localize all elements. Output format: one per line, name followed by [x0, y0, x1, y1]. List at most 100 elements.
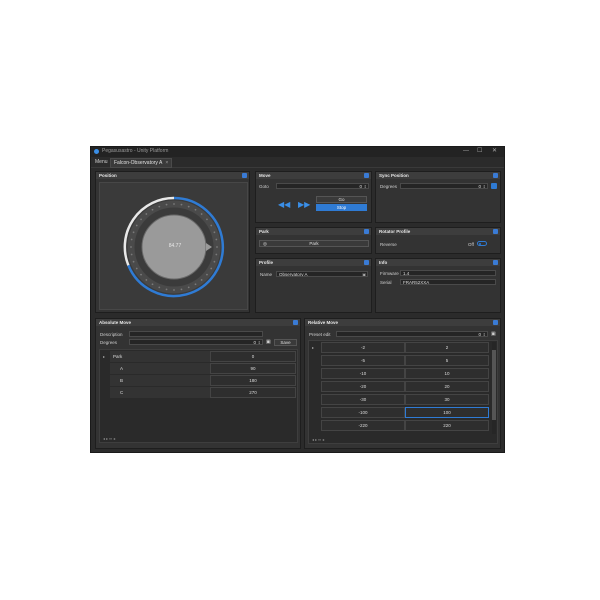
- panel-title: Sync Position: [379, 173, 409, 178]
- goto-input[interactable]: 0 ⇕: [276, 183, 369, 189]
- preset-edit-label: Preset edit: [309, 332, 331, 337]
- stop-button[interactable]: Stop: [316, 204, 367, 211]
- table-row-value[interactable]: 90: [210, 363, 296, 374]
- scrollbar-thumb[interactable]: [492, 350, 496, 420]
- spinner-icon[interactable]: ⇕: [483, 332, 486, 336]
- dial-tick: [140, 273, 142, 276]
- row-expander-icon[interactable]: ▸: [103, 354, 105, 359]
- save-icon[interactable]: ▣: [491, 331, 496, 337]
- table-row-value[interactable]: 270: [210, 387, 296, 398]
- dial-tick: [140, 218, 142, 221]
- relative-step-button[interactable]: 20: [405, 381, 489, 392]
- goto-value: 0: [359, 184, 362, 189]
- maximize-button[interactable]: ☐: [477, 148, 482, 155]
- grid-navigation[interactable]: ◂ ▸ ▪▪ ◂: [312, 437, 324, 442]
- panel-menu-icon[interactable]: [242, 173, 247, 178]
- menu-button[interactable]: Menu: [95, 159, 108, 165]
- profile-name-input[interactable]: Observatory A ▣: [276, 271, 368, 277]
- dial-tick: [215, 238, 218, 241]
- table-navigation[interactable]: ◂ ▸ ▪▪ ◂: [103, 436, 115, 441]
- relative-step-button[interactable]: -220: [321, 420, 405, 431]
- info-panel: Info Firmware 1.4 Serial FRAR52XXA: [375, 258, 501, 313]
- reverse-toggle[interactable]: [477, 241, 487, 246]
- table-row-value[interactable]: 180: [210, 375, 296, 386]
- panel-menu-icon[interactable]: [493, 320, 498, 325]
- table-row-name[interactable]: B: [110, 375, 210, 386]
- panel-title: Relative Move: [308, 320, 339, 325]
- tab-falcon-observatory[interactable]: Falcon-Observatory A ×: [110, 158, 173, 168]
- table-row-value[interactable]: 0: [210, 351, 296, 362]
- panel-menu-icon[interactable]: [364, 260, 369, 265]
- dial-tick: [206, 273, 208, 276]
- go-button[interactable]: Go: [316, 196, 367, 203]
- relative-step-button[interactable]: -30: [321, 394, 405, 405]
- serial-value: FRAR52XXA: [403, 280, 430, 285]
- minimize-button[interactable]: —: [463, 148, 469, 155]
- relative-step-button[interactable]: 5: [405, 355, 489, 366]
- dial-tick: [213, 231, 216, 234]
- sync-degrees-value: 0: [478, 184, 481, 189]
- relative-step-button[interactable]: 100: [405, 407, 489, 418]
- dial-tick: [132, 260, 135, 263]
- row-expander-icon[interactable]: ▸: [312, 345, 314, 350]
- dial-tick: [145, 279, 148, 281]
- dial-tick: [132, 231, 135, 234]
- rotate-left-icon[interactable]: ◀◀: [278, 200, 290, 209]
- save-button[interactable]: Save: [274, 339, 297, 346]
- park-panel: Park ◎ Park: [255, 227, 372, 254]
- panel-title: Info: [379, 260, 388, 265]
- relative-step-button[interactable]: -2: [321, 342, 405, 353]
- relative-step-button[interactable]: -10: [321, 368, 405, 379]
- scrollbar[interactable]: [492, 342, 496, 434]
- abs-degrees-input[interactable]: 0 ⇕: [129, 339, 263, 345]
- dial-tick: [215, 253, 218, 256]
- description-label: Description: [100, 332, 123, 337]
- profile-panel: Profile Name Observatory A ▣: [255, 258, 372, 313]
- goto-label: Goto: [259, 184, 269, 189]
- tab-label: Falcon-Observatory A: [114, 160, 163, 166]
- spinner-icon[interactable]: ⇕: [483, 184, 486, 188]
- save-icon[interactable]: ▣: [266, 339, 271, 345]
- panel-menu-icon[interactable]: [364, 173, 369, 178]
- relative-step-button[interactable]: 10: [405, 368, 489, 379]
- save-icon[interactable]: ▣: [362, 272, 366, 276]
- relative-step-button[interactable]: 30: [405, 394, 489, 405]
- relative-step-button[interactable]: -100: [321, 407, 405, 418]
- close-button[interactable]: ✕: [492, 148, 497, 155]
- panel-menu-icon[interactable]: [493, 229, 498, 234]
- sync-icon[interactable]: [491, 183, 497, 189]
- relative-step-button[interactable]: 220: [405, 420, 489, 431]
- relative-step-button[interactable]: 2: [405, 342, 489, 353]
- table-row-name[interactable]: C: [110, 387, 210, 398]
- sync-degrees-input[interactable]: 0 ⇕: [400, 183, 488, 189]
- spinner-icon[interactable]: ⇕: [258, 340, 261, 344]
- relative-step-button[interactable]: -5: [321, 355, 405, 366]
- table-row-name[interactable]: A: [110, 363, 210, 374]
- rotate-right-icon[interactable]: ▶▶: [298, 200, 310, 209]
- panel-menu-icon[interactable]: [364, 229, 369, 234]
- dial-area: 84.77: [99, 182, 248, 310]
- relative-step-button[interactable]: -20: [321, 381, 405, 392]
- title-bar: Pegasusastro - Unity Platform — ☐ ✕: [91, 147, 504, 157]
- dial-tick: [173, 289, 175, 291]
- panel-menu-icon[interactable]: [293, 320, 298, 325]
- preset-edit-input[interactable]: 0 ⇕: [336, 331, 488, 337]
- table-row-name[interactable]: Park: [110, 351, 210, 362]
- save-label: Save: [280, 340, 291, 345]
- position-panel: Position 84.77: [95, 171, 250, 313]
- dial-tick: [210, 224, 213, 227]
- panel-menu-icon[interactable]: [493, 260, 498, 265]
- panel-menu-icon[interactable]: [493, 173, 498, 178]
- spinner-icon[interactable]: ⇕: [364, 184, 367, 188]
- dial-tick: [145, 213, 148, 215]
- tab-close-icon[interactable]: ×: [165, 160, 168, 166]
- dial-tick: [151, 208, 154, 211]
- description-input[interactable]: [129, 331, 263, 337]
- reverse-label: Reverse: [380, 242, 397, 247]
- dial-tick: [180, 203, 183, 206]
- dial-tick: [180, 288, 183, 291]
- park-button[interactable]: ◎ Park: [259, 240, 369, 247]
- profile-name-value: Observatory A: [279, 272, 308, 277]
- profile-name-label: Name: [260, 272, 273, 277]
- absolute-move-panel: Absolute Move Description Degrees 0 ⇕ ▣ …: [95, 318, 301, 449]
